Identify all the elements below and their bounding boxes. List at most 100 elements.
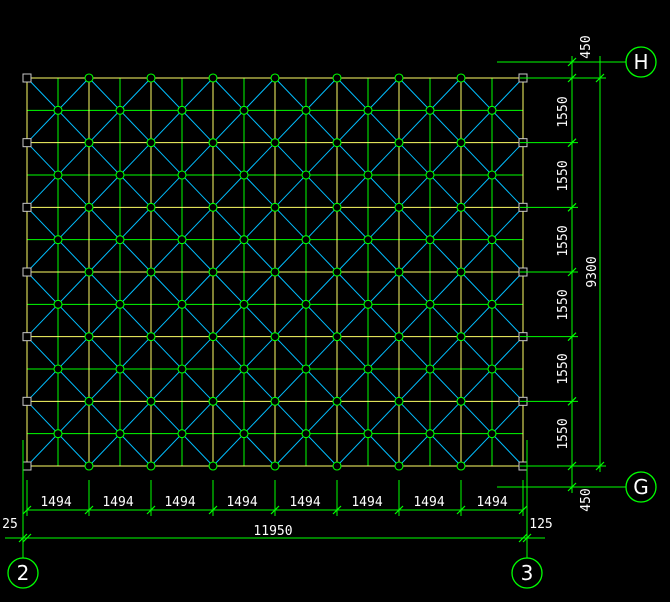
top-node [394,267,404,277]
bottom-node [115,170,125,180]
axis-bubble-3: 3 [511,557,543,589]
top-node [456,202,466,212]
dim-offset-bottom: 450 [579,488,594,511]
dim-bay-x-2: 1494 [102,495,133,510]
top-node [84,332,94,342]
top-node [146,332,156,342]
bottom-node [425,105,435,115]
top-node [208,332,218,342]
top-node [332,138,342,148]
axis-bubble-2: 2 [7,557,39,589]
bottom-node [425,364,435,374]
bottom-node [53,170,63,180]
bottom-node [425,299,435,309]
bottom-node [239,429,249,439]
top-node [84,396,94,406]
bottom-node [301,105,311,115]
bottom-node [363,235,373,245]
bottom-node [425,429,435,439]
dim-offset-left: 25 [2,517,18,532]
top-node [146,267,156,277]
axis-label-G: G [633,475,649,499]
dim-offset-top: 450 [579,35,594,58]
bottom-node [115,105,125,115]
support-node [22,396,32,406]
dim-bay-x-3: 1494 [164,495,195,510]
space-frame-plan-drawing: H G 2 3 1494 1494 1494 1494 1494 1494 14… [2,35,657,589]
dim-overall-x: 11950 [253,524,292,539]
bottom-node [115,299,125,309]
top-node [270,73,280,83]
bottom-node [425,235,435,245]
vertical-dimension-labels: 450 1550 1550 1550 1550 1550 1550 9300 4… [556,35,600,511]
bottom-node [363,364,373,374]
bottom-node [115,429,125,439]
bottom-node [301,170,311,180]
bottom-node [53,299,63,309]
top-node [332,267,342,277]
dim-offset-right: 125 [529,517,552,532]
bottom-node [177,429,187,439]
dim-bay-x-1: 1494 [40,495,71,510]
support-node [22,332,32,342]
bottom-node [177,235,187,245]
dimension-annotations [5,56,626,558]
dim-bay-y-3: 1550 [556,225,571,256]
top-node [146,138,156,148]
bottom-node [425,170,435,180]
top-node [332,73,342,83]
top-node [270,396,280,406]
bottom-node [239,235,249,245]
top-node [84,267,94,277]
support-node [22,202,32,212]
support-node [22,461,32,471]
bottom-node [487,299,497,309]
top-node [84,73,94,83]
bottom-node [487,429,497,439]
top-node [332,332,342,342]
dim-bay-y-1: 1550 [556,96,571,127]
bottom-node [177,105,187,115]
axis-bubble-H: H [625,46,657,78]
bottom-node [239,364,249,374]
dim-overall-y: 9300 [585,256,600,287]
top-node [208,73,218,83]
bottom-node [487,235,497,245]
axis-label-3: 3 [521,561,534,585]
axis-bubble-G: G [625,471,657,503]
support-node [22,138,32,148]
bottom-node [487,105,497,115]
dim-bay-x-6: 1494 [351,495,382,510]
bottom-node [115,235,125,245]
bottom-node [301,299,311,309]
bottom-node [239,105,249,115]
top-node [394,461,404,471]
top-node [456,461,466,471]
top-node [84,202,94,212]
bottom-node [363,299,373,309]
top-node [270,138,280,148]
dim-bay-y-5: 1550 [556,353,571,384]
top-node [394,396,404,406]
bottom-node [487,170,497,180]
top-node [332,202,342,212]
bottom-node [239,170,249,180]
bottom-node [301,364,311,374]
top-node [208,267,218,277]
dim-bay-x-4: 1494 [226,495,257,510]
bottom-node [177,364,187,374]
axis-label-H: H [633,50,648,74]
dim-bay-y-6: 1550 [556,418,571,449]
dim-bay-x-7: 1494 [413,495,444,510]
support-node [22,73,32,83]
top-node [146,202,156,212]
top-node [394,138,404,148]
top-node [394,332,404,342]
top-node [394,202,404,212]
bottom-node [53,105,63,115]
dim-bay-x-5: 1494 [289,495,320,510]
top-node [84,138,94,148]
top-node [332,396,342,406]
top-node [456,73,466,83]
top-node [394,73,404,83]
